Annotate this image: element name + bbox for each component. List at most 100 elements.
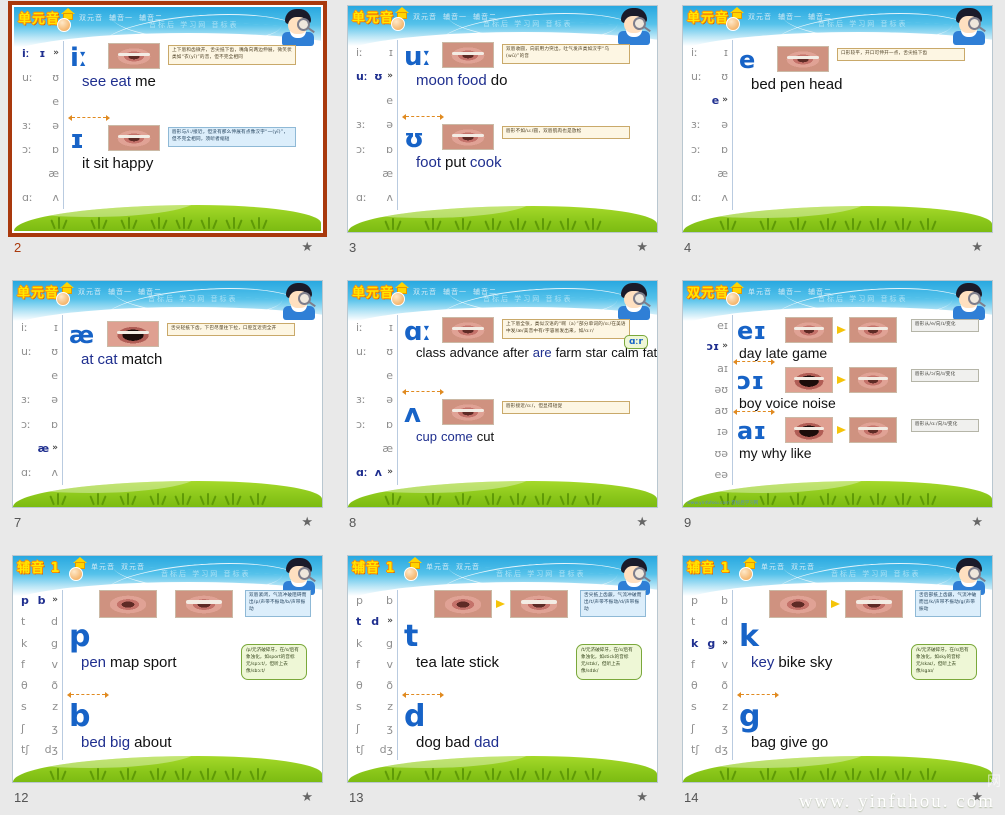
tab-0[interactable]: 单元音	[91, 563, 115, 571]
rail-row-5[interactable]: æ	[17, 436, 62, 460]
tab-1[interactable]: 辅音一	[443, 13, 467, 21]
word-1[interactable]: pen	[780, 76, 805, 93]
star-icon[interactable]: ★	[636, 515, 648, 528]
star-icon[interactable]: ★	[301, 240, 313, 253]
rail-row-4[interactable]: ɔː ɒ	[18, 137, 63, 161]
rail-row-6[interactable]: ɑː ʌ	[18, 185, 63, 209]
header-knob[interactable]	[56, 292, 70, 306]
word-2[interactable]: sky	[810, 654, 833, 671]
rail-row-4[interactable]: θð	[352, 675, 397, 696]
word-2[interactable]: match	[122, 351, 163, 368]
word-0[interactable]: bed	[751, 76, 776, 93]
word-1[interactable]: food	[458, 72, 487, 89]
word-2[interactable]: go	[812, 734, 829, 751]
slide-thumbnail-2[interactable]: 单元音双元音辅音一辅音二音标后 学习网 音标表iːɪuːʊeɜːəɔːɒæɑːʌ…	[8, 1, 327, 237]
tab-1[interactable]: 辅音一	[778, 13, 802, 21]
word-1[interactable]: why	[762, 445, 787, 461]
slide-thumbnail-14[interactable]: 辅音 1单元音双元音音标后 学习网 音标表pbtdkgfvθðszʃʒtʃdʒ舌…	[682, 555, 993, 783]
word-0[interactable]: pen	[81, 654, 106, 671]
word-1[interactable]: big	[110, 734, 130, 751]
star-icon[interactable]: ★	[971, 790, 983, 803]
word-1[interactable]: give	[780, 734, 808, 751]
word-2[interactable]: game	[792, 345, 827, 361]
word-2[interactable]: stick	[469, 654, 499, 671]
word-0[interactable]: key	[751, 654, 774, 671]
rail-row-1[interactable]: td	[352, 611, 397, 632]
rail-row-0[interactable]: eɪ	[687, 315, 732, 336]
header-knob[interactable]	[391, 292, 405, 306]
slide-thumbnail-4[interactable]: 单元音双元音辅音一辅音二音标后 学习网 音标表iːɪuːʊeɜːəɔːɒæɑːʌ…	[682, 5, 993, 233]
word-0[interactable]: foot	[416, 154, 441, 171]
rail-row-7[interactable]: tʃ dʒ	[687, 739, 732, 760]
word-0[interactable]: at	[81, 351, 94, 368]
tab-0[interactable]: 双元音	[79, 14, 103, 22]
tab-0[interactable]: 双元音	[748, 13, 772, 21]
word-2[interactable]: me	[135, 73, 156, 90]
tab-1[interactable]: 辅音一	[778, 288, 802, 296]
word-0[interactable]: bag	[751, 734, 776, 751]
tab-1[interactable]: 辅音一	[109, 14, 133, 22]
star-icon[interactable]: ★	[301, 790, 313, 803]
rail-row-6[interactable]: ɑː ʌ	[687, 186, 732, 210]
rail-row-3[interactable]: ɜː ə	[18, 113, 63, 137]
tab-1[interactable]: 双元音	[121, 563, 145, 571]
rail-row-5[interactable]: sz	[17, 696, 62, 717]
phoneme-rail[interactable]: iːɪuːʊeɜːəɔːɒæɑːʌ	[352, 40, 398, 210]
header-knob[interactable]	[739, 567, 753, 581]
phoneme-rail[interactable]: iːɪuːʊeɜːəɔːɒæɑːʌ	[352, 315, 398, 485]
tab-1[interactable]: 双元音	[791, 563, 815, 571]
word-2[interactable]: dad	[474, 734, 499, 751]
rail-row-4[interactable]: ɔː ɒ	[352, 137, 397, 161]
rail-row-4[interactable]: aʊ	[687, 400, 732, 421]
word-0[interactable]: my	[739, 445, 758, 461]
slide-thumbnail-12[interactable]: 辅音 1单元音双元音音标后 学习网 音标表pbtdkgfvθðszʃʒtʃdʒ双…	[12, 555, 323, 783]
slide-thumbnail-13[interactable]: 辅音 1单元音双元音音标后 学习网 音标表pbtdkgfvθðszʃʒtʃdʒ舌…	[347, 555, 658, 783]
word-0[interactable]: class	[416, 345, 446, 360]
rail-row-5[interactable]: sz	[352, 696, 397, 717]
word-2[interactable]: noise	[802, 395, 835, 411]
rail-row-4[interactable]: θð	[687, 675, 732, 696]
rail-row-4[interactable]: ɔː ɒ	[17, 412, 62, 436]
rail-row-4[interactable]: ɔː ɒ	[687, 137, 732, 161]
phoneme-rail[interactable]: iːɪuːʊeɜːəɔːɒæɑːʌ	[687, 40, 733, 210]
star-icon[interactable]: ★	[636, 790, 648, 803]
rail-row-1[interactable]: td	[687, 611, 732, 632]
rail-row-6[interactable]: ɑː ʌ	[352, 461, 397, 485]
tab-1[interactable]: 辅音一	[443, 288, 467, 296]
rail-row-2[interactable]: e	[352, 364, 397, 388]
word-1[interactable]: map	[110, 654, 139, 671]
slide-thumbnail-3[interactable]: 单元音双元音辅音一辅音二音标后 学习网 音标表iːɪuːʊeɜːəɔːɒæɑːʌ…	[347, 5, 658, 233]
word-2[interactable]: after	[503, 345, 529, 360]
word-2[interactable]: like	[791, 445, 812, 461]
rail-row-5[interactable]: ɪə	[687, 421, 732, 442]
word-3[interactable]: are	[533, 345, 552, 360]
rail-row-4[interactable]: ɔː ɒ	[352, 412, 397, 436]
rail-row-1[interactable]: td	[17, 611, 62, 632]
word-1[interactable]: advance	[450, 345, 499, 360]
rail-row-6[interactable]: ʃʒ	[687, 718, 732, 739]
word-2[interactable]: about	[134, 734, 172, 751]
tab-0[interactable]: 双元音	[413, 13, 437, 21]
rail-row-0[interactable]: pb	[687, 590, 732, 611]
word-2[interactable]: happy	[113, 155, 154, 172]
tab-1[interactable]: 双元音	[456, 563, 480, 571]
word-0[interactable]: boy	[739, 395, 762, 411]
rail-row-3[interactable]: ɜː ə	[352, 113, 397, 137]
word-5[interactable]: star	[586, 345, 608, 360]
star-icon[interactable]: ★	[971, 240, 983, 253]
rail-row-2[interactable]: e	[352, 89, 397, 113]
slide-tabs[interactable]: 单元音 双元音	[761, 562, 821, 572]
rail-row-0[interactable]: pb	[17, 590, 62, 611]
phoneme-rail[interactable]: pbtdkgfvθðszʃʒtʃdʒ	[17, 590, 63, 760]
tab-1[interactable]: 辅音一	[108, 288, 132, 296]
tab-0[interactable]: 单元音	[761, 563, 785, 571]
star-icon[interactable]: ★	[301, 515, 313, 528]
rail-row-3[interactable]: fv	[687, 654, 732, 675]
word-1[interactable]: put	[445, 154, 466, 171]
rail-row-3[interactable]: ɜː ə	[687, 113, 732, 137]
rail-row-1[interactable]: uː ʊ	[18, 65, 63, 89]
tab-0[interactable]: 单元音	[426, 563, 450, 571]
rail-row-0[interactable]: iː ɪ	[17, 315, 62, 339]
slide-thumbnail-9[interactable]: 双元音单元音辅音一辅音二音标后 学习网 音标表eɪɔɪaɪəʊaʊɪəʊəeəe…	[682, 280, 993, 508]
rail-row-5[interactable]: æ	[18, 161, 63, 185]
